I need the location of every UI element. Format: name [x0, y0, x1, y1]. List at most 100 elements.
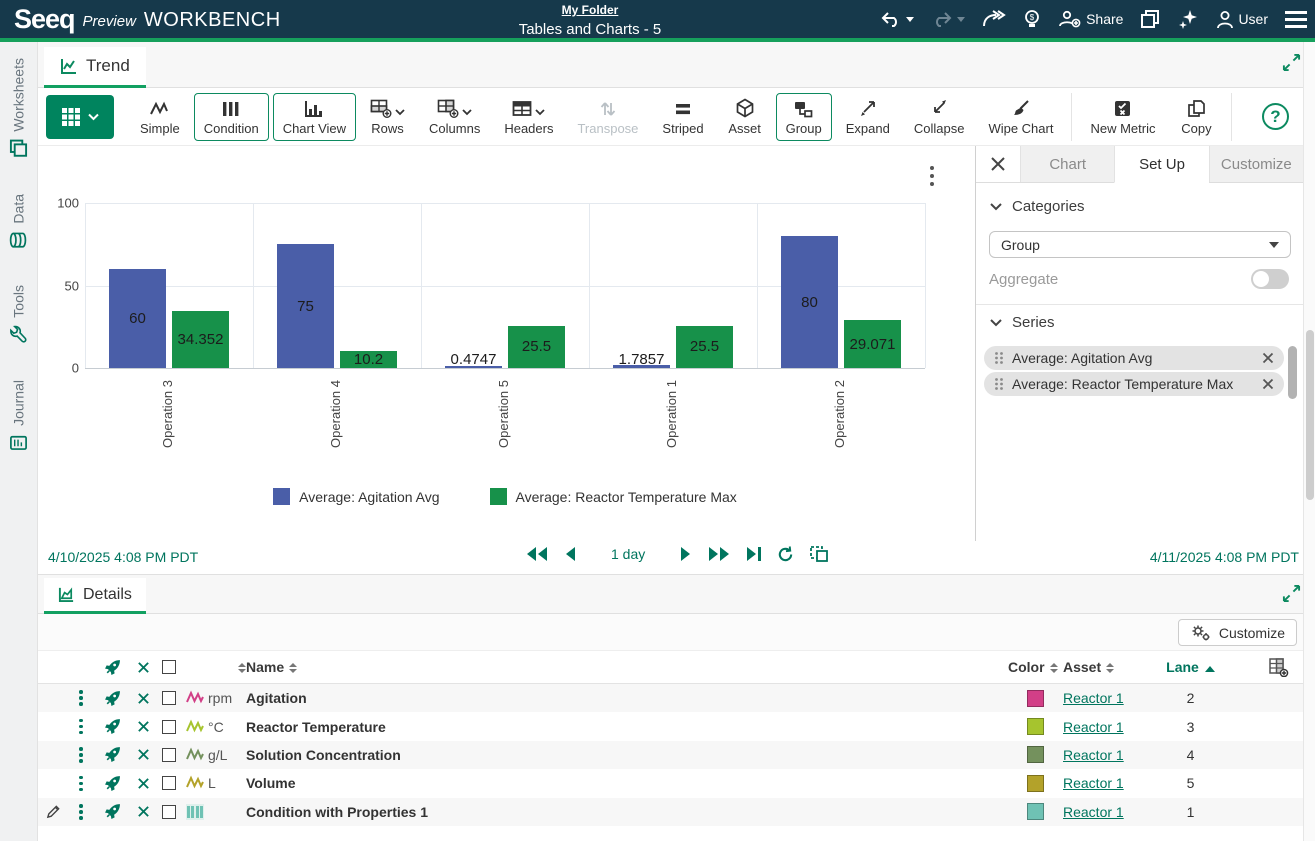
asset-link[interactable]: Reactor 1 [1063, 690, 1124, 706]
row-options-kebab-menu[interactable] [68, 804, 94, 820]
row-checkbox[interactable] [162, 748, 176, 762]
rocket-icon[interactable] [94, 690, 130, 707]
category-dropdown[interactable]: Group [989, 231, 1291, 258]
remove-item-icon[interactable] [130, 777, 156, 790]
toolbar-button-condition[interactable]: Condition [194, 93, 269, 141]
step-back-icon[interactable] [564, 546, 576, 562]
redo-caret-icon[interactable] [957, 17, 965, 22]
rocket-header-icon[interactable] [94, 659, 130, 676]
column-header-color[interactable]: Color [1008, 659, 1063, 675]
asset-link[interactable]: Reactor 1 [1063, 747, 1124, 763]
maximize-trend-icon[interactable] [1282, 53, 1301, 77]
drag-handle-icon[interactable] [994, 351, 1004, 365]
aggregate-toggle[interactable] [1251, 269, 1289, 289]
item-name[interactable]: Reactor Temperature [246, 719, 1008, 735]
undo-button[interactable] [880, 10, 914, 28]
suggestions-lightbulb-icon[interactable]: $ [1023, 9, 1041, 29]
sort-unit-icon[interactable] [208, 659, 246, 675]
rocket-icon[interactable] [94, 746, 130, 763]
remove-item-icon[interactable] [130, 805, 156, 818]
row-options-kebab-menu[interactable] [68, 719, 94, 735]
chart-options-kebab-menu[interactable] [926, 162, 938, 190]
duration-label[interactable]: 1 day [611, 546, 645, 562]
sidebar-item-tools[interactable]: Tools [9, 285, 28, 344]
customize-columns-button[interactable]: Customize [1178, 619, 1297, 646]
color-swatch[interactable] [1008, 775, 1063, 792]
sidebar-item-journal[interactable]: Journal [9, 380, 28, 452]
asset-link[interactable]: Reactor 1 [1063, 804, 1124, 820]
color-swatch-box[interactable] [1027, 690, 1044, 707]
refresh-icon[interactable] [777, 546, 794, 563]
color-swatch[interactable] [1008, 718, 1063, 735]
color-swatch-box[interactable] [1027, 803, 1044, 820]
share-forward-icon[interactable] [982, 10, 1006, 28]
toolbar-button-columns[interactable]: Columns [419, 93, 490, 141]
user-menu[interactable]: User [1216, 10, 1268, 29]
step-forward-fast-icon[interactable] [707, 546, 731, 562]
color-swatch-box[interactable] [1027, 775, 1044, 792]
rocket-icon[interactable] [94, 775, 130, 792]
color-swatch-box[interactable] [1027, 718, 1044, 735]
tab-details[interactable]: Details [44, 578, 146, 614]
redo-button[interactable] [931, 10, 965, 28]
undo-caret-icon[interactable] [906, 17, 914, 22]
toolbar-button-copy[interactable]: Copy [1169, 93, 1223, 141]
step-to-end-icon[interactable] [746, 546, 762, 562]
color-swatch[interactable] [1008, 803, 1063, 820]
select-all-checkbox[interactable] [162, 660, 176, 674]
legend-item[interactable]: Average: Reactor Temperature Max [490, 488, 737, 505]
item-name[interactable]: Condition with Properties 1 [246, 804, 1008, 820]
tab-trend[interactable]: Trend [44, 47, 146, 88]
toolbar-button-group[interactable]: Group [776, 93, 832, 141]
series-section-header[interactable]: Series [990, 314, 1055, 331]
item-name[interactable]: Volume [246, 775, 1008, 791]
share-button[interactable]: Share [1058, 10, 1123, 28]
asset-link[interactable]: Reactor 1 [1063, 775, 1124, 791]
row-options-kebab-menu[interactable] [68, 776, 94, 792]
setup-tab-set-up[interactable]: Set Up [1114, 146, 1208, 183]
setup-tab-customize[interactable]: Customize [1209, 146, 1303, 182]
toolbar-button-simple[interactable]: Simple [130, 93, 190, 141]
row-checkbox[interactable] [162, 720, 176, 734]
worksheets-windows-icon[interactable] [1140, 9, 1160, 29]
series-scrollbar-thumb[interactable] [1288, 346, 1297, 399]
maximize-details-icon[interactable] [1282, 584, 1301, 608]
categories-section-header[interactable]: Categories [990, 198, 1085, 215]
toolbar-button-collapse[interactable]: Collapse [904, 93, 975, 141]
row-checkbox[interactable] [162, 691, 176, 705]
add-column-icon[interactable] [1223, 657, 1303, 677]
item-name[interactable]: Solution Concentration [246, 747, 1008, 763]
asset-link[interactable]: Reactor 1 [1063, 719, 1124, 735]
close-panel-icon[interactable] [976, 146, 1020, 182]
color-swatch-box[interactable] [1027, 746, 1044, 763]
toolbar-button-expand[interactable]: Expand [836, 93, 900, 141]
remove-all-icon[interactable] [130, 661, 156, 674]
toolbar-button-chart-view[interactable]: Chart View [273, 93, 356, 141]
hamburger-menu-icon[interactable] [1285, 11, 1307, 28]
remove-series-icon[interactable] [1262, 378, 1274, 390]
item-name[interactable]: Agitation [246, 690, 1008, 706]
row-checkbox[interactable] [162, 776, 176, 790]
step-back-fast-icon[interactable] [525, 546, 549, 562]
copy-time-range-icon[interactable] [809, 545, 829, 563]
rocket-icon[interactable] [94, 718, 130, 735]
row-options-kebab-menu[interactable] [68, 747, 94, 763]
rocket-icon[interactable] [94, 803, 130, 820]
toolbar-button-striped[interactable]: Striped [652, 93, 713, 141]
page-scrollbar[interactable] [1303, 42, 1315, 841]
toolbar-button-asset[interactable]: Asset [718, 93, 772, 141]
column-header-name[interactable]: Name [246, 659, 1008, 675]
toolbar-button-headers[interactable]: Headers [494, 93, 563, 141]
range-end-datetime[interactable]: 4/11/2025 4:08 PM PDT [1150, 549, 1299, 565]
row-options-kebab-menu[interactable] [68, 690, 94, 706]
sidebar-item-worksheets[interactable]: Worksheets [9, 58, 28, 158]
ai-sparkles-icon[interactable] [1177, 8, 1199, 30]
sidebar-item-data[interactable]: Data [9, 194, 28, 250]
legend-item[interactable]: Average: Agitation Avg [273, 488, 439, 505]
row-checkbox[interactable] [162, 805, 176, 819]
series-chip[interactable]: Average: Reactor Temperature Max [984, 372, 1284, 396]
remove-item-icon[interactable] [130, 748, 156, 761]
table-view-dropdown-button[interactable] [46, 95, 114, 139]
series-chip[interactable]: Average: Agitation Avg [984, 346, 1284, 370]
column-header-lane[interactable]: Lane [1158, 659, 1223, 675]
